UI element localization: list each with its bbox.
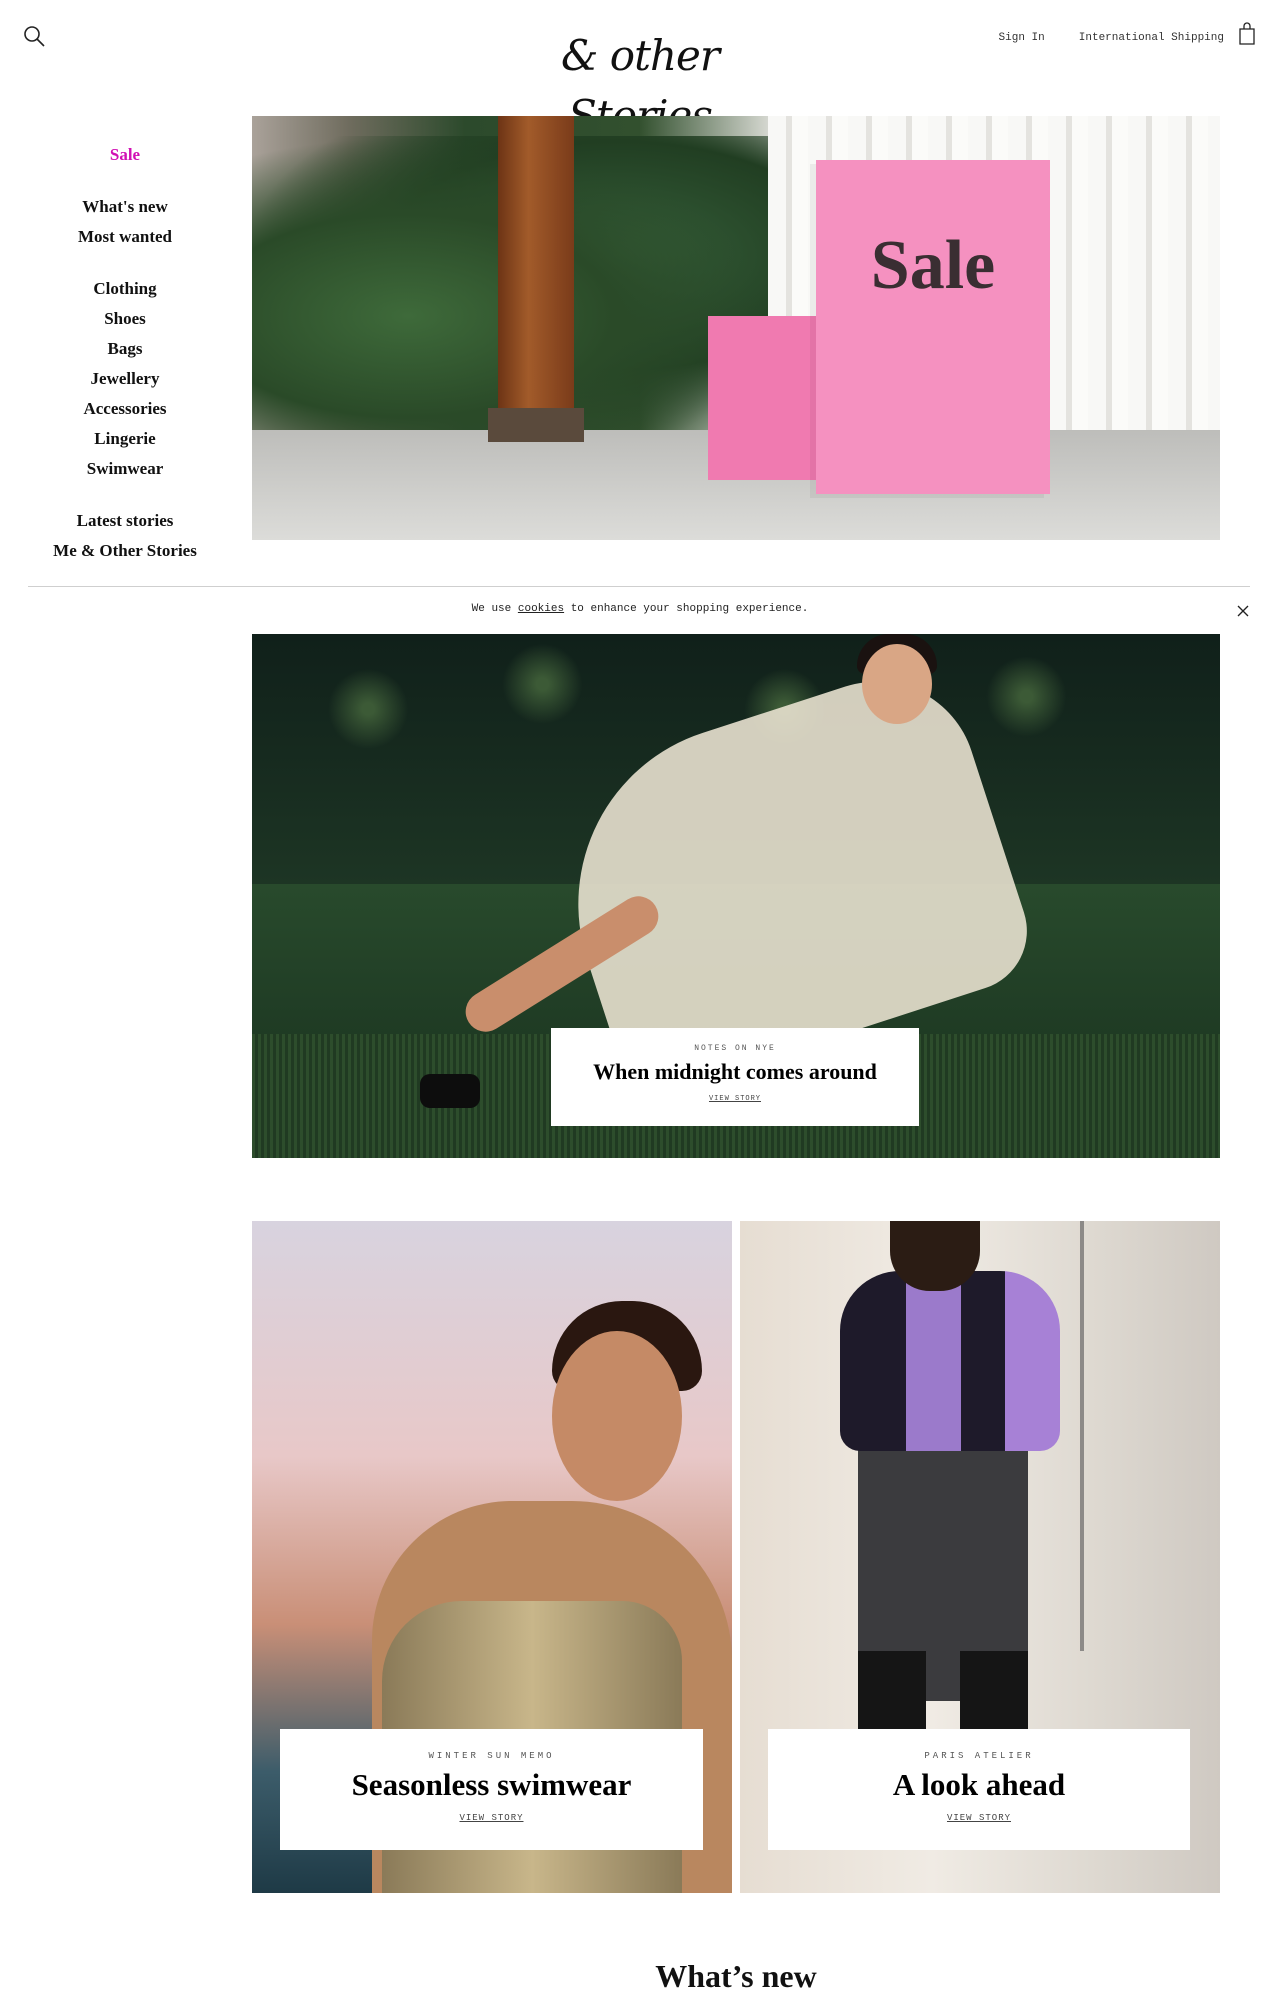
search-icon [24,26,45,47]
sidebar-item-accessories[interactable]: Accessories [0,394,250,424]
story-eyebrow: PARIS ATELIER [924,1751,1034,1761]
sidebar-item-bags[interactable]: Bags [0,334,250,364]
site-header: & other Stories Sign In International Sh… [0,0,1280,140]
view-story-link[interactable]: VIEW STORY [768,1813,1190,1823]
close-icon [1237,605,1249,617]
divider [28,586,1250,587]
cookies-link[interactable]: cookies [518,603,564,615]
story-card-nye: NOTES ON NYE When midnight comes around … [551,1028,919,1126]
search-button[interactable] [22,24,48,50]
sign-in-link[interactable]: Sign In [999,32,1045,44]
light-stand [1080,1221,1084,1651]
shopping-bag-icon [1239,22,1255,45]
model-shoe [420,1074,480,1108]
hero-pink-box-large [816,160,1050,494]
story-title[interactable]: A look ahead [768,1767,1190,1803]
model-sweater [840,1271,1060,1451]
story-eyebrow: WINTER SUN MEMO [428,1751,555,1761]
hero-pillar-base [488,408,584,442]
sidebar-item-swimwear[interactable]: Swimwear [0,454,250,484]
story-eyebrow: NOTES ON NYE [694,1044,776,1053]
hero-wooden-pillar [498,116,574,436]
cookie-text-prefix: We use [471,603,518,615]
sidebar-item-latest-stories[interactable]: Latest stories [0,506,250,536]
model-head [552,1331,682,1501]
sidebar-item-jewellery[interactable]: Jewellery [0,364,250,394]
category-sidebar: Sale What's new Most wanted Clothing Sho… [0,140,250,588]
sidebar-item-shoes[interactable]: Shoes [0,304,250,334]
story-card-paris-atelier: PARIS ATELIER A look ahead VIEW STORY [768,1729,1190,1850]
view-story-link[interactable]: VIEW STORY [280,1813,703,1823]
sidebar-item-whats-new[interactable]: What's new [0,192,250,222]
story-title[interactable]: Seasonless swimwear [280,1767,703,1803]
cookie-close-button[interactable] [1236,604,1250,618]
cookie-text-suffix: to enhance your shopping experience. [564,603,809,615]
sidebar-item-me-and-other-stories[interactable]: Me & Other Stories [0,536,250,566]
whats-new-heading: What’s new [655,1958,817,1994]
sidebar-item-most-wanted[interactable]: Most wanted [0,222,250,252]
model-head [862,644,932,724]
story-card-swimwear: WINTER SUN MEMO Seasonless swimwear VIEW… [280,1729,703,1850]
story-title[interactable]: When midnight comes around [551,1059,919,1085]
view-story-link[interactable]: VIEW STORY [551,1095,919,1103]
hero-pink-box-small [708,316,816,480]
model-hair [890,1221,980,1291]
international-shipping-link[interactable]: International Shipping [1079,32,1224,44]
shopping-bag-button[interactable] [1238,22,1256,46]
top-links: Sign In International Shipping [999,32,1224,44]
brand-logo[interactable]: & other Stories [515,26,765,140]
sidebar-item-sale[interactable]: Sale [0,140,250,170]
sidebar-item-lingerie[interactable]: Lingerie [0,424,250,454]
sidebar-item-clothing[interactable]: Clothing [0,274,250,304]
hero-sale-sign: Sale [870,227,996,304]
cookie-banner: We use cookies to enhance your shopping … [0,603,1280,615]
sale-hero-banner[interactable]: Sale [252,116,1220,540]
